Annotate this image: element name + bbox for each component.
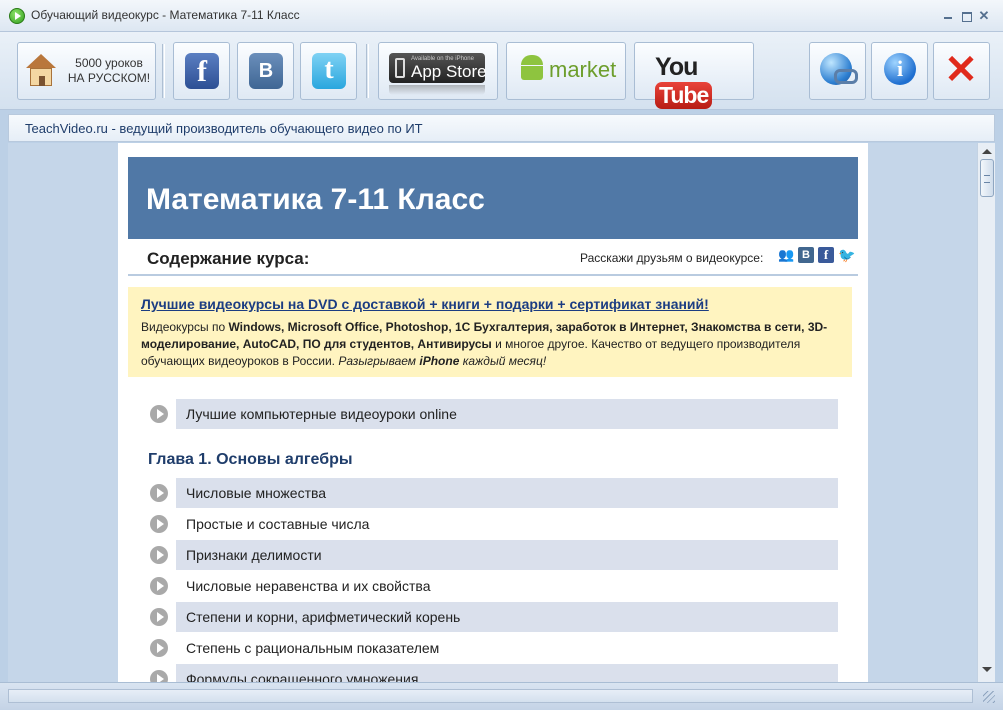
play-icon[interactable] bbox=[150, 515, 168, 533]
lesson-item[interactable]: Формулы сокращенного умножения bbox=[148, 664, 838, 682]
window-title: Обучающий видеокурс - Математика 7-11 Кл… bbox=[31, 8, 300, 22]
facebook-icon: f bbox=[185, 53, 219, 89]
exit-button[interactable]: ✕ bbox=[933, 42, 990, 100]
lesson-label[interactable]: Простые и составные числа bbox=[186, 516, 369, 532]
promo-box: Лучшие видеокурсы на DVD с доставкой + к… bbox=[128, 287, 852, 377]
lesson-label[interactable]: Формулы сокращенного умножения bbox=[186, 671, 418, 682]
toolbar-separator bbox=[366, 44, 369, 98]
lesson-item[interactable]: Степень с рациональным показателем bbox=[148, 633, 838, 663]
status-panel bbox=[8, 689, 973, 703]
facebook-button[interactable]: f bbox=[173, 42, 230, 100]
lesson-item[interactable]: Простые и составные числа bbox=[148, 509, 838, 539]
play-icon[interactable] bbox=[150, 405, 168, 423]
website-button[interactable] bbox=[809, 42, 866, 100]
promo-link[interactable]: Лучшие видеокурсы на DVD с доставкой + к… bbox=[141, 296, 709, 312]
app-play-icon bbox=[9, 8, 25, 24]
lesson-item[interactable]: Числовые неравенства и их свойства bbox=[148, 571, 838, 601]
youtube-button[interactable]: YouTube bbox=[634, 42, 754, 109]
house-icon bbox=[26, 54, 56, 88]
scroll-down-icon[interactable] bbox=[982, 667, 992, 672]
lesson-item[interactable]: Степени и корни, арифметический корень bbox=[148, 602, 838, 632]
lesson-item[interactable]: Числовые множества bbox=[148, 478, 838, 508]
info-bar-text[interactable]: TeachVideo.ru - ведущий производитель об… bbox=[25, 121, 423, 136]
youtube-logo-icon: YouTube bbox=[655, 53, 753, 109]
play-icon[interactable] bbox=[150, 639, 168, 657]
resize-grip-icon[interactable] bbox=[983, 691, 995, 703]
vkontakte-icon: B bbox=[249, 53, 283, 89]
lesson-label[interactable]: Степени и корни, арифметический корень bbox=[186, 609, 460, 625]
twitter-icon: t bbox=[312, 53, 346, 89]
divider bbox=[128, 274, 858, 276]
red-x-icon: ✕ bbox=[944, 48, 978, 92]
home-lessons-label: 5000 уроков НА РУССКОМ! bbox=[67, 56, 151, 85]
course-banner: Математика 7-11 Класс bbox=[128, 157, 858, 239]
vertical-scrollbar[interactable] bbox=[977, 143, 995, 682]
share-prompt: Расскажи друзьям о видеокурсе: bbox=[580, 251, 764, 265]
share-facebook-icon[interactable]: f bbox=[818, 247, 834, 263]
badge-reflection bbox=[389, 85, 485, 95]
course-title: Математика 7-11 Класс bbox=[146, 183, 485, 216]
android-market-button[interactable]: market bbox=[506, 42, 626, 100]
market-label: market bbox=[549, 57, 617, 82]
course-page: Математика 7-11 Класс Содержание курса: … bbox=[118, 143, 868, 682]
content-viewport: Математика 7-11 Класс Содержание курса: … bbox=[8, 143, 977, 682]
app-store-button[interactable]: Available on the iPhone App Store bbox=[378, 42, 498, 100]
play-icon[interactable] bbox=[150, 670, 168, 682]
info-button[interactable]: i bbox=[871, 42, 928, 100]
minimize-button[interactable] bbox=[941, 10, 955, 22]
twitter-button[interactable]: t bbox=[300, 42, 357, 100]
play-icon[interactable] bbox=[150, 577, 168, 595]
share-vkontakte-icon[interactable]: B bbox=[798, 247, 814, 263]
lesson-label[interactable]: Лучшие компьютерные видеоуроки online bbox=[186, 406, 457, 422]
lesson-label[interactable]: Числовые неравенства и их свойства bbox=[186, 578, 430, 594]
info-bar: TeachVideo.ru - ведущий производитель об… bbox=[8, 114, 995, 142]
maximize-button[interactable] bbox=[959, 10, 973, 22]
share-twitter-icon[interactable]: 🐦 bbox=[838, 247, 855, 263]
app-store-badge-icon: Available on the iPhone App Store bbox=[389, 53, 487, 83]
android-icon bbox=[519, 53, 545, 83]
play-icon[interactable] bbox=[150, 484, 168, 502]
toolbar-separator bbox=[162, 44, 165, 98]
scroll-up-icon[interactable] bbox=[982, 149, 992, 154]
intro-lesson-item[interactable]: Лучшие компьютерные видеоуроки online bbox=[148, 399, 838, 429]
globe-link-icon bbox=[820, 53, 858, 85]
chapter-title: Глава 1. Основы алгебры bbox=[148, 451, 353, 468]
home-lessons-button[interactable]: 5000 уроков НА РУССКОМ! bbox=[17, 42, 156, 100]
lesson-item[interactable]: Признаки делимости bbox=[148, 540, 838, 570]
lesson-label[interactable]: Признаки делимости bbox=[186, 547, 322, 563]
title-bar: Обучающий видеокурс - Математика 7-11 Кл… bbox=[0, 0, 1003, 32]
share-friends-icon[interactable]: 👥 bbox=[778, 247, 794, 263]
lesson-label[interactable]: Степень с рациональным показателем bbox=[186, 640, 439, 656]
scroll-thumb[interactable] bbox=[980, 159, 994, 197]
play-icon[interactable] bbox=[150, 546, 168, 564]
vkontakte-button[interactable]: B bbox=[237, 42, 294, 100]
toolbar: 5000 уроков НА РУССКОМ! f B t Available … bbox=[0, 32, 1003, 110]
close-window-button[interactable]: ✕ bbox=[977, 9, 991, 22]
play-icon[interactable] bbox=[150, 608, 168, 626]
iphone-icon bbox=[395, 58, 405, 78]
lesson-label[interactable]: Числовые множества bbox=[186, 485, 326, 501]
promo-description: Видеокурсы по Windows, Microsoft Office,… bbox=[141, 320, 828, 368]
status-bar bbox=[0, 682, 1003, 710]
contents-heading: Содержание курса: bbox=[147, 249, 310, 268]
info-icon: i bbox=[884, 53, 916, 85]
